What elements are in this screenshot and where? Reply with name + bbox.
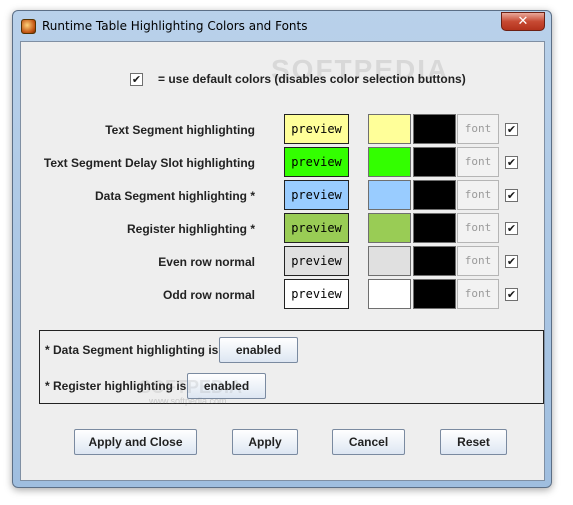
preview-data-segment: preview: [284, 180, 349, 210]
preview-text-segment: preview: [284, 114, 349, 144]
font-button-even-row[interactable]: font: [457, 246, 499, 276]
data-segment-enabled-button[interactable]: enabled: [219, 337, 298, 363]
checkbox-text-segment[interactable]: ✔: [505, 123, 518, 136]
preview-even-row: preview: [284, 246, 349, 276]
dialog-content: SOFTPEDIA ✔ = use default colors (disabl…: [20, 41, 545, 481]
font-button-data-segment[interactable]: font: [457, 180, 499, 210]
fg-color-button-data-segment[interactable]: [413, 180, 456, 210]
font-button-odd-row[interactable]: font: [457, 279, 499, 309]
close-button[interactable]: ✕: [501, 12, 545, 31]
bg-color-button-odd-row[interactable]: [368, 279, 411, 309]
row-label-register: Register highlighting *: [127, 222, 255, 236]
fg-color-button-text-segment[interactable]: [413, 114, 456, 144]
use-default-colors-label: = use default colors (disables color sel…: [158, 72, 466, 86]
row-label-delay-slot: Text Segment Delay Slot highlighting: [43, 156, 255, 170]
apply-button[interactable]: Apply: [232, 429, 298, 455]
cancel-button[interactable]: Cancel: [332, 429, 405, 455]
fg-color-button-odd-row[interactable]: [413, 279, 456, 309]
use-default-colors-checkbox[interactable]: ✔: [130, 73, 143, 86]
bg-color-button-register[interactable]: [368, 213, 411, 243]
fg-color-button-register[interactable]: [413, 213, 456, 243]
highlighting-status-panel: * Data Segment highlighting is enabled *…: [39, 330, 544, 404]
font-button-register[interactable]: font: [457, 213, 499, 243]
checkbox-register[interactable]: ✔: [505, 222, 518, 235]
bg-color-button-even-row[interactable]: [368, 246, 411, 276]
preview-delay-slot: preview: [284, 147, 349, 177]
checkbox-even-row[interactable]: ✔: [505, 255, 518, 268]
row-label-odd-row: Odd row normal: [162, 288, 255, 302]
apply-and-close-button[interactable]: Apply and Close: [74, 429, 197, 455]
watermark-url: www.softpedia.com: [149, 396, 227, 406]
data-segment-status-label: * Data Segment highlighting is: [45, 343, 219, 357]
row-label-even-row: Even row normal: [158, 255, 255, 269]
title-bar[interactable]: Runtime Table Highlighting Colors and Fo…: [13, 11, 551, 41]
font-button-delay-slot[interactable]: font: [457, 147, 499, 177]
checkbox-data-segment[interactable]: ✔: [505, 189, 518, 202]
window-title: Runtime Table Highlighting Colors and Fo…: [42, 19, 308, 33]
app-icon: [21, 19, 36, 34]
row-label-data-segment: Data Segment highlighting *: [94, 189, 255, 203]
bg-color-button-text-segment[interactable]: [368, 114, 411, 144]
watermark-overlay: SOFTPEDIA: [139, 377, 243, 397]
reset-button[interactable]: Reset: [440, 429, 507, 455]
fg-color-button-delay-slot[interactable]: [413, 147, 456, 177]
checkbox-odd-row[interactable]: ✔: [505, 288, 518, 301]
font-button-text-segment[interactable]: font: [457, 114, 499, 144]
preview-register: preview: [284, 213, 349, 243]
dialog-window: Runtime Table Highlighting Colors and Fo…: [12, 10, 552, 488]
row-label-text-segment: Text Segment highlighting: [105, 123, 255, 137]
bg-color-button-delay-slot[interactable]: [368, 147, 411, 177]
checkbox-delay-slot[interactable]: ✔: [505, 156, 518, 169]
preview-odd-row: preview: [284, 279, 349, 309]
bg-color-button-data-segment[interactable]: [368, 180, 411, 210]
fg-color-button-even-row[interactable]: [413, 246, 456, 276]
